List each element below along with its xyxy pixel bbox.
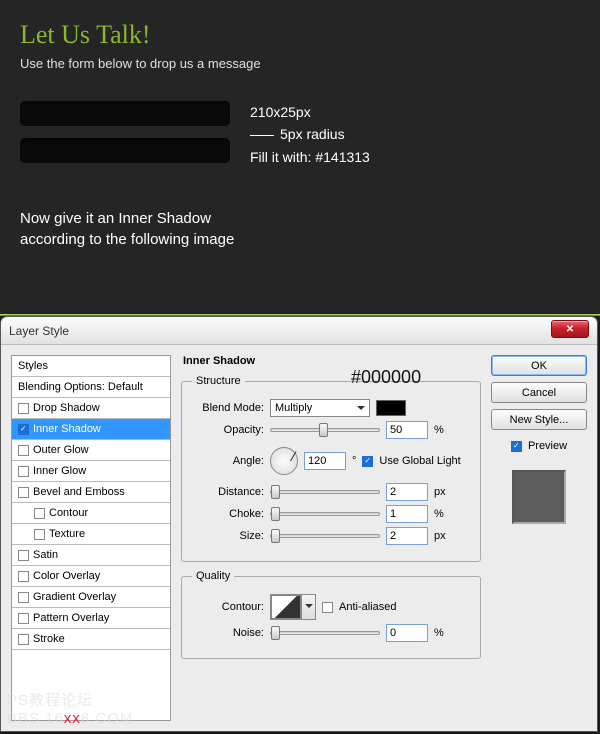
checkbox-icon[interactable]	[34, 529, 45, 540]
noise-label: Noise:	[192, 627, 264, 639]
pct-unit: %	[434, 627, 444, 639]
input-sample-1	[20, 101, 230, 126]
checkbox-icon[interactable]	[18, 445, 29, 456]
checkbox-icon[interactable]	[18, 487, 29, 498]
right-buttons: OK Cancel New Style... Preview	[491, 355, 587, 721]
anti-aliased-label: Anti-aliased	[339, 601, 396, 613]
style-inner-glow[interactable]: Inner Glow	[12, 461, 170, 482]
choke-label: Choke:	[192, 508, 264, 520]
style-inner-shadow[interactable]: Inner Shadow	[12, 419, 170, 440]
distance-input[interactable]	[386, 483, 428, 501]
close-button[interactable]: ✕	[551, 320, 589, 338]
px-unit: px	[434, 486, 446, 498]
preview-label: Preview	[528, 440, 567, 452]
dialog-title: Layer Style	[9, 324, 69, 338]
structure-legend: Structure	[192, 375, 245, 387]
angle-dial[interactable]	[270, 447, 298, 475]
size-label: Size:	[192, 530, 264, 542]
angle-label: Angle:	[192, 455, 264, 467]
structure-group: Structure Blend Mode: Multiply Opacity: …	[181, 375, 481, 562]
global-light-checkbox[interactable]	[362, 456, 373, 467]
spec-text: 210x25px 5px radius Fill it with: #14131…	[250, 101, 370, 168]
noise-input[interactable]	[386, 624, 428, 642]
page-title: Let Us Talk!	[20, 20, 580, 50]
style-texture[interactable]: Texture	[12, 524, 170, 545]
title-bar[interactable]: Layer Style ✕	[1, 317, 597, 345]
ok-button[interactable]: OK	[491, 355, 587, 376]
noise-slider[interactable]	[270, 631, 380, 635]
opacity-slider[interactable]	[270, 428, 380, 432]
pct-unit: %	[434, 424, 444, 436]
page-subtitle: Use the form below to drop us a message	[20, 56, 580, 71]
preview-checkbox[interactable]	[511, 441, 522, 452]
global-light-label: Use Global Light	[379, 455, 460, 467]
spec-fill: Fill it with: #141313	[250, 146, 370, 168]
layer-style-dialog: Layer Style ✕ #000000 Styles Blending Op…	[0, 316, 598, 732]
blend-mode-select[interactable]: Multiply	[270, 399, 370, 417]
choke-input[interactable]	[386, 505, 428, 523]
contour-label: Contour:	[192, 601, 264, 613]
cancel-button[interactable]: Cancel	[491, 382, 587, 403]
pct-unit: %	[434, 508, 444, 520]
opacity-label: Opacity:	[192, 424, 264, 436]
checkbox-icon[interactable]	[18, 550, 29, 561]
angle-input[interactable]	[304, 452, 346, 470]
opacity-input[interactable]	[386, 421, 428, 439]
fields-row: 210x25px 5px radius Fill it with: #14131…	[20, 101, 580, 168]
style-contour[interactable]: Contour	[12, 503, 170, 524]
checkbox-icon[interactable]	[18, 634, 29, 645]
blending-options[interactable]: Blending Options: Default	[12, 377, 170, 398]
tutorial-area: Let Us Talk! Use the form below to drop …	[0, 0, 600, 314]
style-color-overlay[interactable]: Color Overlay	[12, 566, 170, 587]
quality-group: Quality Contour: Anti-aliased Noise: %	[181, 570, 481, 659]
contour-preview-icon	[271, 595, 301, 619]
style-stroke[interactable]: Stroke	[12, 629, 170, 650]
checkbox-icon[interactable]	[18, 613, 29, 624]
distance-slider[interactable]	[270, 490, 380, 494]
checkbox-icon[interactable]	[18, 403, 29, 414]
preview-swatch	[512, 470, 566, 524]
style-bevel-emboss[interactable]: Bevel and Emboss	[12, 482, 170, 503]
checkbox-icon[interactable]	[18, 592, 29, 603]
styles-sidebar: Styles Blending Options: Default Drop Sh…	[11, 355, 171, 721]
slider-thumb-icon[interactable]	[271, 529, 280, 543]
style-drop-shadow[interactable]: Drop Shadow	[12, 398, 170, 419]
distance-label: Distance:	[192, 486, 264, 498]
new-style-button[interactable]: New Style...	[491, 409, 587, 430]
slider-thumb-icon[interactable]	[319, 423, 328, 437]
checkbox-icon[interactable]	[34, 508, 45, 519]
checkbox-icon[interactable]	[18, 571, 29, 582]
checkbox-icon[interactable]	[18, 466, 29, 477]
choke-slider[interactable]	[270, 512, 380, 516]
leader-line	[250, 135, 274, 136]
instruction-text: Now give it an Inner Shadow according to…	[20, 208, 580, 250]
blend-mode-label: Blend Mode:	[192, 402, 264, 414]
contour-picker[interactable]	[270, 594, 316, 620]
slider-thumb-icon[interactable]	[271, 626, 280, 640]
slider-thumb-icon[interactable]	[271, 507, 280, 521]
size-input[interactable]	[386, 527, 428, 545]
settings-panel: Inner Shadow Structure Blend Mode: Multi…	[181, 355, 481, 721]
chevron-down-icon[interactable]	[301, 595, 315, 619]
slider-thumb-icon[interactable]	[271, 485, 280, 499]
style-outer-glow[interactable]: Outer Glow	[12, 440, 170, 461]
px-unit: px	[434, 530, 446, 542]
style-satin[interactable]: Satin	[12, 545, 170, 566]
size-slider[interactable]	[270, 534, 380, 538]
checkbox-checked-icon[interactable]	[18, 424, 29, 435]
spec-radius: 5px radius	[280, 126, 345, 142]
quality-legend: Quality	[192, 570, 234, 582]
styles-head[interactable]: Styles	[12, 356, 170, 377]
style-gradient-overlay[interactable]: Gradient Overlay	[12, 587, 170, 608]
panel-title: Inner Shadow	[181, 355, 481, 367]
spec-dims: 210x25px	[250, 101, 370, 123]
degree-unit: °	[352, 455, 356, 467]
style-pattern-overlay[interactable]: Pattern Overlay	[12, 608, 170, 629]
watermark: PS教程论坛 BBS.16xx8.COM	[7, 689, 133, 727]
hex-annotation: #000000	[351, 367, 421, 388]
anti-aliased-checkbox[interactable]	[322, 602, 333, 613]
input-sample-2	[20, 138, 230, 163]
color-swatch[interactable]	[376, 400, 406, 416]
